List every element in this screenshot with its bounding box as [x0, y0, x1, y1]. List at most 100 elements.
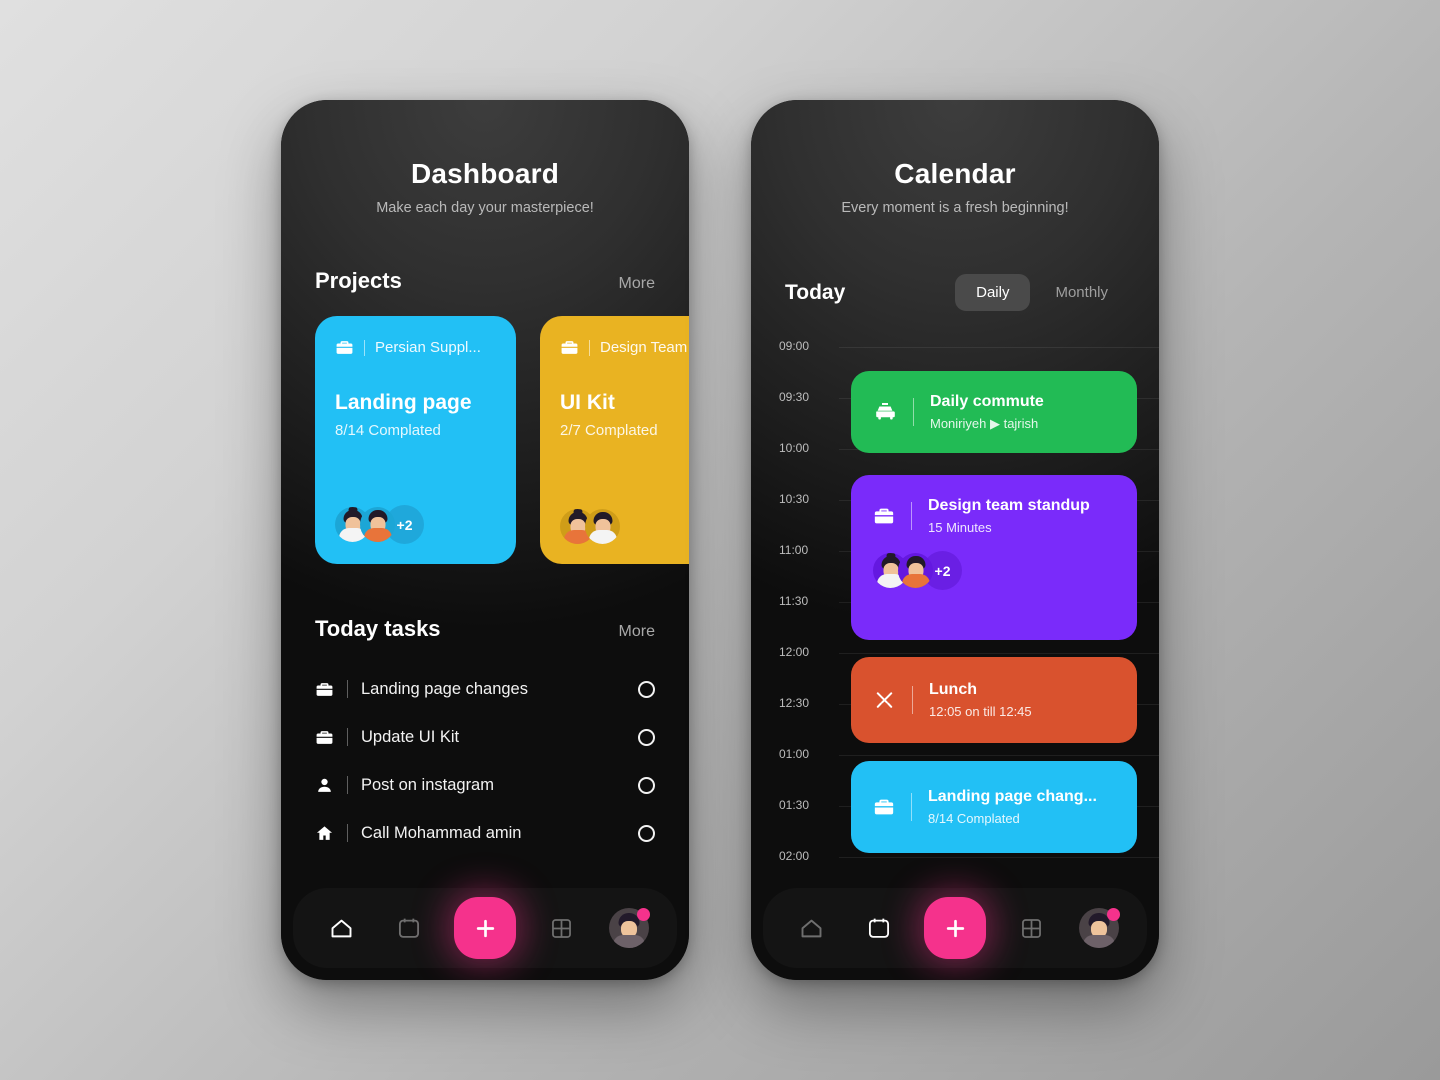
- page-subtitle: Every moment is a fresh beginning!: [841, 200, 1069, 216]
- event-text: Daily commute Moniriyeh ▶ tajrish: [930, 393, 1044, 432]
- bottom-nav: [293, 888, 677, 968]
- task-checkbox[interactable]: [638, 824, 655, 842]
- task-checkbox[interactable]: [638, 728, 655, 746]
- avatar: [898, 553, 933, 588]
- event-text: Landing page chang... 8/14 Complated: [928, 788, 1097, 826]
- project-name: Landing page: [335, 391, 472, 414]
- briefcase-icon: [335, 338, 354, 357]
- avatar-icon: [1079, 908, 1120, 948]
- project-avatar-group[interactable]: +2: [335, 505, 496, 544]
- event-divider: [911, 793, 912, 821]
- task-row[interactable]: Call Mohammad amin: [315, 812, 655, 854]
- tasks-section-header: Today tasks More: [281, 616, 689, 642]
- task-checkbox[interactable]: [638, 776, 655, 794]
- calendar-event[interactable]: Daily commute Moniriyeh ▶ tajrish: [851, 371, 1137, 453]
- task-row[interactable]: Landing page changes: [315, 668, 655, 710]
- today-tasks-list: Landing page changes Update UI Kit Post …: [281, 662, 689, 854]
- calendar-event[interactable]: Lunch 12:05 on till 12:45: [851, 657, 1137, 743]
- bottom-nav: [763, 888, 1147, 968]
- task-divider: [347, 680, 348, 698]
- dashboard-bottom-nav-wrap: [281, 888, 689, 980]
- add-button[interactable]: [454, 897, 516, 959]
- event-title: Daily commute: [930, 392, 1044, 410]
- add-icon: [472, 915, 499, 942]
- dashboard-screen: Dashboard Make each day your masterpiece…: [281, 100, 689, 980]
- notification-badge: [637, 908, 650, 921]
- avatar: [585, 509, 620, 544]
- calendar-header: Calendar Every moment is a fresh beginni…: [751, 100, 1159, 216]
- task-divider: [347, 824, 348, 842]
- view-toggle[interactable]: Daily Monthly: [955, 274, 1129, 311]
- event-divider: [911, 502, 912, 530]
- event-subtitle: 12:05 on till 12:45: [929, 704, 1032, 719]
- tasks-more-link[interactable]: More: [619, 623, 655, 641]
- cutlery-icon: [873, 689, 896, 712]
- calendar-controls: Today Daily Monthly: [751, 274, 1159, 311]
- calendar-bottom-nav-wrap: [751, 888, 1159, 980]
- event-title: Design team standup: [928, 497, 1090, 514]
- projects-carousel[interactable]: Persian Suppl... Landing page 8/14 Compl…: [281, 316, 689, 564]
- task-row[interactable]: Post on instagram: [315, 764, 655, 806]
- task-divider: [347, 776, 348, 794]
- page-title: Dashboard: [410, 158, 560, 189]
- event-avatar-group[interactable]: +2: [873, 551, 1115, 590]
- task-label: Update UI Kit: [361, 727, 460, 746]
- nav-profile-button[interactable]: [1076, 905, 1122, 951]
- project-progress: 8/14 Complated: [335, 422, 441, 439]
- tab-daily[interactable]: Daily: [955, 274, 1031, 311]
- briefcase-icon: [315, 680, 334, 699]
- avatar: [360, 507, 395, 542]
- add-button[interactable]: [924, 897, 986, 959]
- tab-monthly[interactable]: Monthly: [1034, 274, 1129, 311]
- event-subtitle: 8/14 Complated: [928, 811, 1020, 826]
- timeline-events: Daily commute Moniriyeh ▶ tajrish Design…: [751, 329, 1159, 888]
- projects-section-header: Projects More: [281, 268, 689, 294]
- event-divider: [912, 686, 913, 714]
- dashboard-header: Dashboard Make each day your masterpiece…: [281, 100, 689, 216]
- task-checkbox[interactable]: [638, 680, 655, 698]
- project-progress: 2/7 Complated: [560, 422, 658, 439]
- briefcase-icon: [315, 728, 334, 747]
- nav-calendar-button[interactable]: [856, 905, 902, 951]
- nav-home-button[interactable]: [788, 905, 834, 951]
- add-icon: [942, 915, 969, 942]
- briefcase-icon: [873, 505, 895, 527]
- project-card[interactable]: Persian Suppl... Landing page 8/14 Compl…: [315, 316, 516, 564]
- project-card[interactable]: Design Team UI Kit 2/7 Complated: [540, 316, 689, 564]
- calendar-phone-frame: Calendar Every moment is a fresh beginni…: [751, 100, 1159, 980]
- event-main-row: Design team standup 15 Minutes: [873, 497, 1115, 535]
- page-subtitle: Make each day your masterpiece!: [376, 200, 594, 216]
- calendar-event[interactable]: Design team standup 15 Minutes +2: [851, 475, 1137, 640]
- person-icon: [315, 776, 334, 795]
- notification-badge: [1107, 908, 1120, 921]
- today-label: Today: [785, 280, 846, 304]
- tasks-title: Today tasks: [315, 616, 441, 641]
- calendar-event[interactable]: Landing page chang... 8/14 Complated: [851, 761, 1137, 853]
- nav-grid-button[interactable]: [538, 905, 584, 951]
- event-title: Landing page chang...: [928, 788, 1097, 805]
- event-divider: [913, 398, 914, 426]
- task-label: Post on instagram: [361, 775, 494, 794]
- event-title: Lunch: [929, 681, 977, 698]
- briefcase-icon: [560, 338, 579, 357]
- nav-profile-button[interactable]: [606, 905, 652, 951]
- briefcase-icon: [873, 796, 895, 818]
- task-row[interactable]: Update UI Kit: [315, 716, 655, 758]
- card-divider: [364, 339, 365, 356]
- card-divider: [589, 339, 590, 356]
- day-timeline[interactable]: 09:00 09:30 10:00 10:30 11:00 11:30 12:0…: [751, 329, 1159, 888]
- project-avatar-group[interactable]: [560, 509, 689, 544]
- project-name: UI Kit: [560, 391, 615, 414]
- nav-grid-button[interactable]: [1008, 905, 1054, 951]
- nav-home-button[interactable]: [318, 905, 364, 951]
- avatar-icon: [609, 908, 650, 948]
- project-card-top: Persian Suppl...: [335, 338, 496, 357]
- event-subtitle: Moniriyeh ▶ tajrish: [930, 415, 1039, 431]
- nav-calendar-button[interactable]: [386, 905, 432, 951]
- taxi-icon: [873, 400, 897, 424]
- task-divider: [347, 728, 348, 746]
- event-subtitle: 15 Minutes: [928, 520, 992, 535]
- projects-more-link[interactable]: More: [619, 275, 655, 293]
- page-title: Calendar: [894, 158, 1016, 189]
- dashboard-phone-frame: Dashboard Make each day your masterpiece…: [281, 100, 689, 980]
